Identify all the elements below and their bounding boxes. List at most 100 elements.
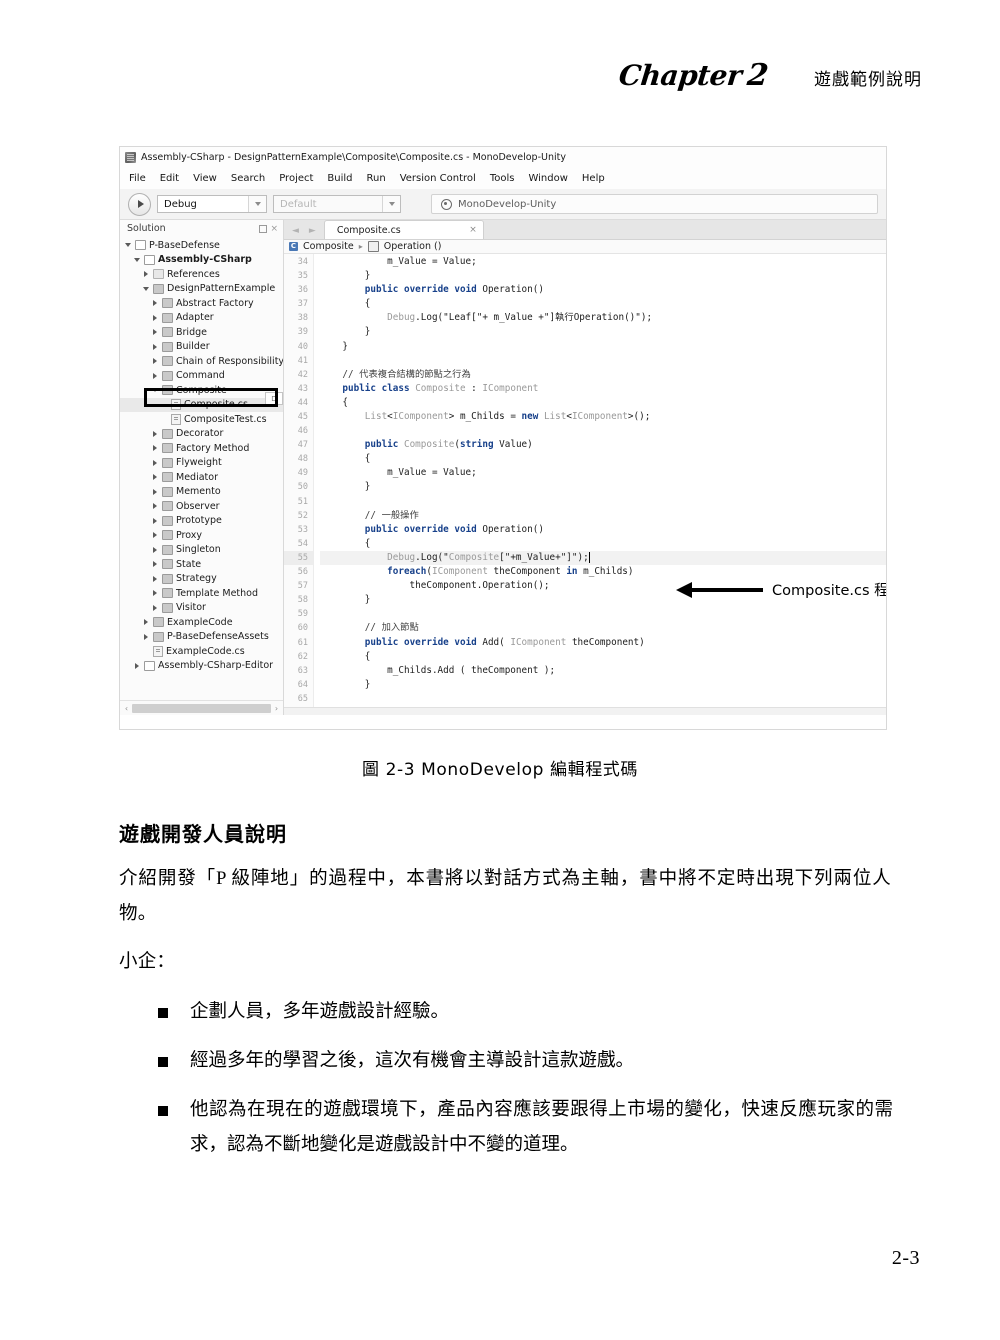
solution-tree[interactable]: P-BaseDefense Assembly-CSharp References De… <box>120 237 283 700</box>
run-button[interactable] <box>128 192 151 216</box>
code-line[interactable]: public override void Operation() <box>320 283 886 297</box>
nav-forward-icon[interactable]: ► <box>309 226 316 236</box>
tree-item-adapter[interactable]: Adapter <box>120 311 283 326</box>
code-line[interactable] <box>320 424 886 438</box>
caret-right-icon[interactable] <box>141 633 150 640</box>
menu-item-tools[interactable]: Tools <box>490 173 515 184</box>
caret-right-icon[interactable] <box>150 329 159 336</box>
caret-right-icon[interactable] <box>150 488 159 495</box>
caret-right-icon[interactable] <box>141 619 150 626</box>
caret-right-icon[interactable] <box>150 300 159 307</box>
tree-item-factory-method[interactable]: Factory Method <box>120 441 283 456</box>
caret-right-icon[interactable] <box>150 314 159 321</box>
code-line[interactable]: { <box>320 650 886 664</box>
tree-item-references[interactable]: References <box>120 267 283 282</box>
configuration-select[interactable]: Debug <box>157 195 267 213</box>
editor-hscrollbar[interactable] <box>284 707 886 715</box>
tree-item-memento[interactable]: Memento <box>120 485 283 500</box>
caret-right-icon[interactable] <box>150 604 159 611</box>
tree-item-proxy[interactable]: Proxy <box>120 528 283 543</box>
code-line[interactable]: } <box>320 340 886 354</box>
tree-item-designpatternexample[interactable]: DesignPatternExample <box>120 282 283 297</box>
code-line[interactable]: List<IComponent> m_Childs = new List<ICo… <box>320 410 886 424</box>
code-line[interactable]: // 代表複合結構的節點之行為 <box>320 368 886 382</box>
caret-down-icon[interactable] <box>150 388 159 393</box>
code-line[interactable]: // 一般操作 <box>320 509 886 523</box>
tree-item-state[interactable]: State <box>120 557 283 572</box>
menu-item-version-control[interactable]: Version Control <box>400 173 476 184</box>
caret-right-icon[interactable] <box>150 532 159 539</box>
caret-right-icon[interactable] <box>132 662 141 669</box>
caret-right-icon[interactable] <box>150 372 159 379</box>
editor-breadcrumb[interactable]: C Composite ▸ Operation () <box>284 240 886 254</box>
tree-item-bridge[interactable]: Bridge <box>120 325 283 340</box>
tree-item-examplecode[interactable]: ExampleCode <box>120 615 283 630</box>
tree-mini-dropdown[interactable]: D <box>265 392 283 405</box>
tree-item-p-basedefense[interactable]: P-BaseDefense <box>120 238 283 253</box>
caret-right-icon[interactable] <box>150 517 159 524</box>
menu-item-project[interactable]: Project <box>279 173 313 184</box>
caret-right-icon[interactable] <box>150 430 159 437</box>
caret-right-icon[interactable] <box>150 343 159 350</box>
tree-item-flyweight[interactable]: Flyweight <box>120 456 283 471</box>
tree-item-singleton[interactable]: Singleton <box>120 543 283 558</box>
tab-composite-cs[interactable]: Composite.cs × <box>323 220 484 239</box>
tree-item-mediator[interactable]: Mediator <box>120 470 283 485</box>
code-line[interactable]: { <box>320 297 886 311</box>
caret-right-icon[interactable] <box>150 474 159 481</box>
code-line[interactable]: m_Value = Value; <box>320 255 886 269</box>
code-line[interactable]: Debug.Log("Composite["+m_Value+"]"); <box>320 550 886 566</box>
minimize-icon[interactable] <box>259 224 268 233</box>
close-icon[interactable]: × <box>270 224 278 234</box>
caret-right-icon[interactable] <box>150 590 159 597</box>
code-line[interactable]: Debug.Log("Leaf["+ m_Value +"]執行Operatio… <box>320 311 886 325</box>
caret-down-icon[interactable] <box>141 286 150 291</box>
code-line[interactable]: // 移除節點 <box>320 706 886 708</box>
chevron-down-icon[interactable] <box>248 196 266 212</box>
code-line[interactable]: m_Value = Value; <box>320 466 886 480</box>
code-line[interactable]: { <box>320 396 886 410</box>
menu-item-window[interactable]: Window <box>528 173 567 184</box>
tree-item-p-basedefenseassets[interactable]: P-BaseDefenseAssets <box>120 630 283 645</box>
code-line[interactable] <box>320 607 886 621</box>
caret-right-icon[interactable] <box>150 575 159 582</box>
menu-item-search[interactable]: Search <box>231 173 265 184</box>
tree-item-composite-cs[interactable]: Composite.cs <box>120 397 283 412</box>
caret-right-icon[interactable] <box>150 546 159 553</box>
tree-item-observer[interactable]: Observer <box>120 499 283 514</box>
menu-item-view[interactable]: View <box>193 173 217 184</box>
tree-item-decorator[interactable]: Decorator <box>120 427 283 442</box>
code-line[interactable]: } <box>320 678 886 692</box>
caret-down-icon[interactable] <box>123 243 132 248</box>
caret-right-icon[interactable] <box>150 459 159 466</box>
caret-right-icon[interactable] <box>150 561 159 568</box>
code-line[interactable]: } <box>320 269 886 283</box>
menu-bar[interactable]: File Edit View Search Project Build Run … <box>120 167 886 189</box>
breadcrumb-class[interactable]: Composite <box>303 241 354 252</box>
caret-right-icon[interactable] <box>150 358 159 365</box>
menu-item-help[interactable]: Help <box>582 173 605 184</box>
solution-pad-controls[interactable]: × <box>259 224 278 234</box>
code-line[interactable] <box>320 354 886 368</box>
menu-item-edit[interactable]: Edit <box>160 173 179 184</box>
tree-item-visitor[interactable]: Visitor <box>120 601 283 616</box>
caret-right-icon[interactable] <box>150 503 159 510</box>
tab-close-icon[interactable]: × <box>469 225 477 235</box>
code-text[interactable]: m_Value = Value; } public override void … <box>314 254 886 707</box>
solution-pad-hscrollbar[interactable]: ‹ › <box>120 700 283 715</box>
code-line[interactable]: public Composite(string Value) <box>320 438 886 452</box>
menu-item-build[interactable]: Build <box>327 173 352 184</box>
tree-item-assembly-csharp[interactable]: Assembly-CSharp <box>120 253 283 268</box>
menu-item-run[interactable]: Run <box>367 173 386 184</box>
tree-item-template-method[interactable]: Template Method <box>120 586 283 601</box>
code-line[interactable]: public override void Add( IComponent the… <box>320 636 886 650</box>
platform-select[interactable]: Default <box>273 195 401 213</box>
code-line[interactable]: public override void Operation() <box>320 523 886 537</box>
tree-item-abstract-factory[interactable]: Abstract Factory <box>120 296 283 311</box>
code-line[interactable]: } <box>320 480 886 494</box>
code-line[interactable]: { <box>320 452 886 466</box>
breadcrumb-member[interactable]: Operation () <box>384 241 442 252</box>
tree-item-builder[interactable]: Builder <box>120 340 283 355</box>
scroll-left-icon[interactable]: ‹ <box>121 704 132 713</box>
tree-item-assembly-csharp-editor[interactable]: Assembly-CSharp-Editor <box>120 659 283 674</box>
